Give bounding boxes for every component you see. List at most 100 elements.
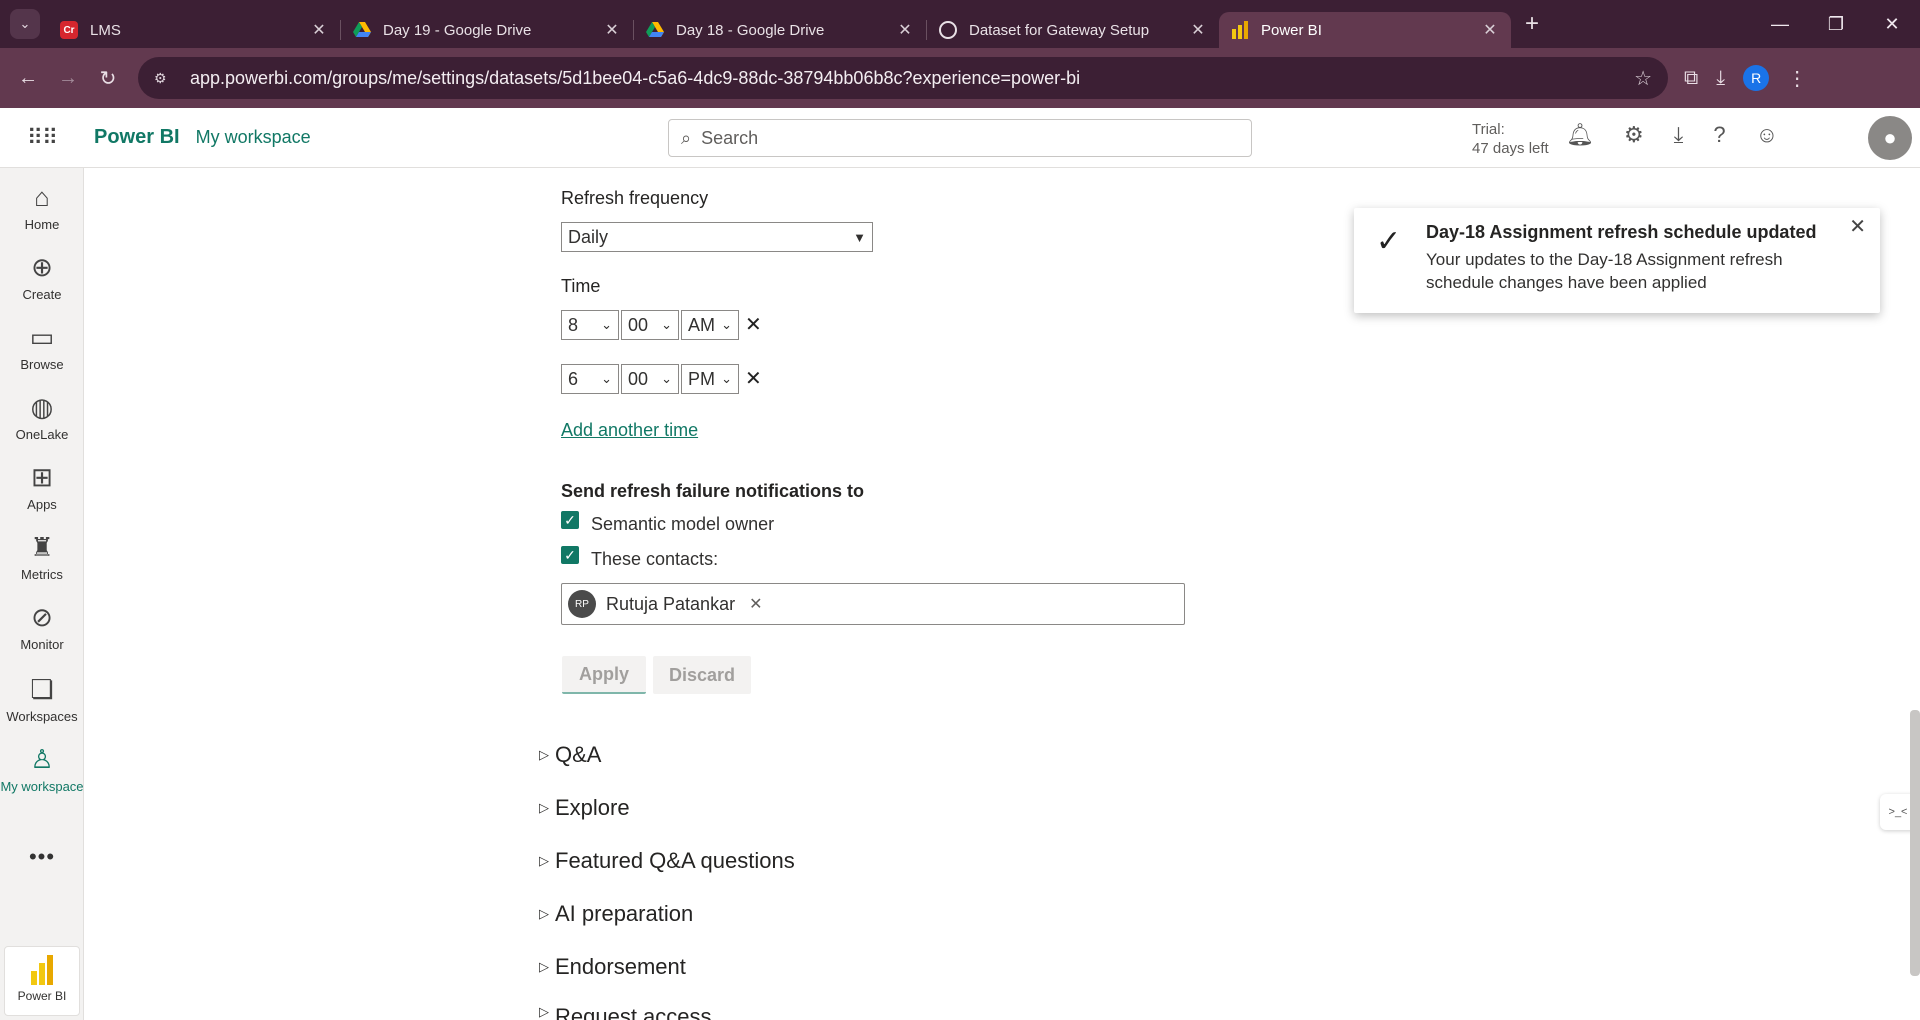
bookmark-star-icon[interactable]: ☆ [1634,66,1652,91]
notifications-label: Send refresh failure notifications to [561,481,865,501]
refresh-frequency-label: Refresh frequency [561,188,709,208]
section-qa[interactable]: ▷ Q&A [539,742,601,768]
search-icon: ⌕ [681,127,692,148]
google-drive-icon [646,21,664,39]
section-explore[interactable]: ▷ Explore [539,795,630,821]
nav-apps[interactable]: ⊞ Apps [0,462,84,512]
powerbi-experience-switcher[interactable]: Power BI [4,946,80,1016]
success-toast: ✓ Day-18 Assignment refresh schedule upd… [1354,208,1880,313]
left-navigation: ⌂ Home ⊕ Create ▭ Browse ◍ OneLake ⊞ Apps ♜ Me… [0,168,84,1020]
contact-name: Rutuja Patankar [606,593,736,614]
search-placeholder: Search [701,127,759,148]
contacts-checkbox[interactable]: ✓ [561,546,579,564]
chevron-down-icon: ⌄ [661,317,672,332]
expand-triangle-icon: ▷ [539,906,549,921]
openai-icon [939,21,957,39]
back-icon[interactable]: ← [8,67,48,90]
browser-tab-bar: ⌄ Cr LMS ✕ Day 19 - Google Drive ✕ Day 1… [0,0,1920,48]
refresh-frequency-select[interactable]: Daily ▼ [561,222,873,252]
apply-button[interactable]: Apply [562,656,646,694]
breadcrumb-workspace[interactable]: My workspace [196,127,311,148]
hour-select[interactable]: 8 ⌄ [561,310,619,340]
powerbi-brand[interactable]: Power BI [94,126,180,149]
close-window-icon[interactable]: ✕ [1864,14,1920,35]
search-input[interactable]: ⌕ Search [668,119,1252,157]
chevron-down-icon: ⌄ [601,371,612,386]
browser-menu-icon[interactable]: ⋮ [1787,66,1807,91]
section-ai-preparation[interactable]: ▷ AI preparation [539,901,693,927]
nav-create[interactable]: ⊕ Create [0,252,84,302]
help-icon[interactable]: ? [1713,122,1725,148]
create-icon: ⊕ [31,252,53,282]
minute-select[interactable]: 00 ⌄ [621,310,679,340]
minute-select[interactable]: 00 ⌄ [621,364,679,394]
close-tab-icon[interactable]: ✕ [896,20,914,40]
expand-triangle-icon: ▷ [539,959,549,974]
reload-icon[interactable]: ↻ [88,66,128,91]
power-bi-logo-icon [30,955,54,985]
my-workspace-icon: ♙ [30,744,54,774]
ampm-select[interactable]: PM ⌄ [681,364,739,394]
toast-title: Day-18 Assignment refresh schedule updat… [1426,222,1817,242]
apps-icon: ⊞ [31,462,53,492]
nav-my-workspace[interactable]: ♙ My workspace [0,744,84,794]
trial-status[interactable]: Trial: 47 days left [1472,120,1549,158]
url-field[interactable]: ⚙ app.powerbi.com/groups/me/settings/dat… [138,57,1668,99]
remove-time-icon[interactable]: ✕ [745,312,762,337]
remove-contact-icon[interactable]: ✕ [749,594,762,614]
add-another-time-link[interactable]: Add another time [561,420,698,441]
browser-tab[interactable]: Dataset for Gateway Setup ✕ [927,12,1219,48]
restore-icon[interactable]: ❐ [1808,14,1864,35]
close-tab-icon[interactable]: ✕ [1481,20,1499,40]
browser-tab[interactable]: Day 18 - Google Drive ✕ [634,12,926,48]
expand-triangle-icon: ▷ [539,1004,549,1019]
tab-search-icon[interactable]: ⌄ [10,9,40,39]
remove-time-icon[interactable]: ✕ [745,366,762,391]
nav-onelake[interactable]: ◍ OneLake [0,392,84,442]
address-bar-row: ← → ↻ ⚙ app.powerbi.com/groups/me/settin… [0,48,1920,108]
section-featured-qa[interactable]: ▷ Featured Q&A questions [539,848,795,874]
contacts-input[interactable]: RP Rutuja Patankar ✕ [561,583,1185,625]
hour-select[interactable]: 6 ⌄ [561,364,619,394]
minimize-icon[interactable]: — [1752,14,1808,35]
onelake-icon: ◍ [30,392,54,422]
extensions-icon[interactable]: ⧉ [1684,67,1698,90]
close-tab-icon[interactable]: ✕ [310,20,328,40]
close-icon[interactable]: ✕ [1849,214,1866,239]
nav-monitor[interactable]: ⊘ Monitor [0,602,84,652]
checkmark-icon: ✓ [1376,225,1402,258]
app-launcher-icon[interactable]: ⠿⠿ [0,125,84,151]
feedback-icon[interactable]: ☺ [1756,122,1778,148]
chevron-down-icon: ⌄ [661,371,672,386]
nav-metrics[interactable]: ♜ Metrics [0,532,84,582]
google-drive-icon [353,21,371,39]
ampm-select[interactable]: AM ⌄ [681,310,739,340]
account-avatar[interactable]: ● [1868,116,1912,160]
browser-tab[interactable]: Day 19 - Google Drive ✕ [341,12,633,48]
section-request-access[interactable]: ▷ Request access [539,1004,712,1020]
more-icon[interactable]: ••• [0,844,84,870]
browser-tab-active[interactable]: Power BI ✕ [1219,12,1511,48]
browser-tab[interactable]: Cr LMS ✕ [48,12,340,48]
nav-home[interactable]: ⌂ Home [0,182,84,232]
close-tab-icon[interactable]: ✕ [603,20,621,40]
owner-checkbox[interactable]: ✓ [561,511,579,529]
discard-button[interactable]: Discard [653,656,751,694]
profile-avatar[interactable]: R [1743,65,1770,91]
nav-workspaces[interactable]: ❏ Workspaces [0,674,84,724]
settings-icon[interactable]: ⚙ [1624,122,1644,148]
scrollbar[interactable] [1910,710,1920,976]
expand-triangle-icon: ▷ [539,747,549,762]
expand-triangle-icon: ▷ [539,853,549,868]
notifications-icon[interactable]: 🔔︎ [1566,122,1594,148]
download-icon[interactable]: ⤓ [1674,122,1684,148]
section-endorsement[interactable]: ▷ Endorsement [539,954,686,980]
new-tab-icon[interactable]: + [1525,10,1539,38]
close-tab-icon[interactable]: ✕ [1189,20,1207,40]
site-info-icon[interactable]: ⚙ [154,70,180,87]
downloads-icon[interactable]: ⤓ [1716,67,1725,90]
home-icon: ⌂ [34,182,50,212]
forward-icon[interactable]: → [48,67,88,90]
nav-browse[interactable]: ▭ Browse [0,322,84,372]
toast-message: Your updates to the Day-18 Assignment re… [1426,250,1783,292]
